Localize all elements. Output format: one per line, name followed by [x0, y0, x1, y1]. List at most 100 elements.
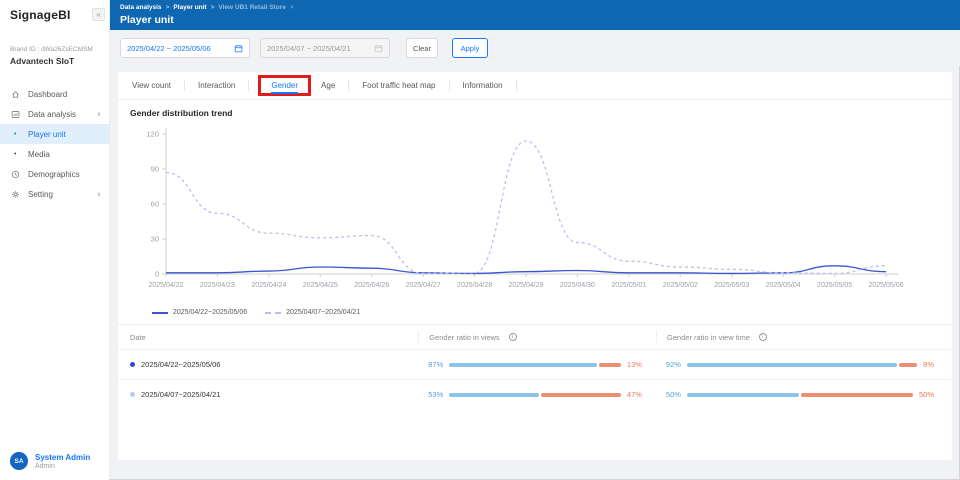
- female-percent: 13%: [627, 360, 642, 369]
- legend-label: 2025/04/22~2025/05/06: [173, 309, 247, 316]
- svg-text:2025/05/01: 2025/05/01: [611, 282, 646, 289]
- sidebar-collapse-icon[interactable]: «: [92, 8, 105, 21]
- content-card: View count Interaction Gender Age Foot t…: [118, 72, 952, 460]
- ratio-bar: [687, 363, 917, 367]
- series-dot-icon: [130, 362, 135, 367]
- gender-ratio-table: Date Gender ratio in views i Gender rati…: [118, 324, 952, 409]
- svg-text:2025/04/25: 2025/04/25: [303, 282, 338, 289]
- filter-bar: 2025/04/22 ~ 2025/05/06 2025/04/07 ~ 202…: [110, 30, 960, 66]
- svg-text:90: 90: [151, 165, 159, 174]
- breadcrumb: Data analysis > Player unit > View UB1 R…: [120, 4, 950, 11]
- column-header-views: Gender ratio in views i: [418, 331, 656, 343]
- tab-gender[interactable]: Gender: [267, 81, 302, 90]
- sidebar-item-label: Data analysis: [28, 110, 76, 119]
- date-range-value: 2025/04/07 ~ 2025/04/21: [267, 44, 351, 53]
- user-name: System Admin: [35, 453, 90, 463]
- trend-chart-svg: 0 30 60 90 120 2025/04/22 2025/04/23 2025/04/24…: [130, 124, 940, 302]
- female-percent: 47%: [627, 390, 642, 399]
- svg-text:60: 60: [151, 200, 159, 209]
- sidebar-item-media[interactable]: • Media: [0, 144, 109, 164]
- sidebar-item-label: Demographics: [28, 170, 80, 179]
- table-row: 2025/04/07~2025/04/21 53% 47% 50% 50%: [118, 379, 952, 409]
- brand-id-label: Brand ID : dWa26ZsECMSM: [10, 46, 99, 53]
- svg-text:2025/05/05: 2025/05/05: [817, 282, 852, 289]
- sidebar: SignageBI « Brand ID : dWa26ZsECMSM Adva…: [0, 0, 110, 480]
- female-percent: 8%: [923, 360, 934, 369]
- svg-text:2025/04/30: 2025/04/30: [560, 282, 595, 289]
- tab-information[interactable]: Information: [459, 81, 507, 90]
- legend-item-current[interactable]: 2025/04/22~2025/05/06: [152, 309, 247, 316]
- column-header-label: Gender ratio in view time: [667, 333, 750, 342]
- column-header-view-time: Gender ratio in view time i: [656, 331, 952, 343]
- breadcrumb-separator: >: [211, 4, 215, 11]
- svg-text:120: 120: [146, 130, 159, 139]
- clear-button[interactable]: Clear: [406, 38, 438, 58]
- date-range-value: 2025/04/22 ~ 2025/05/06: [127, 44, 211, 53]
- chevron-up-icon[interactable]: ∧: [97, 111, 101, 118]
- svg-text:2025/05/03: 2025/05/03: [714, 282, 749, 289]
- series-dot-icon: [130, 392, 135, 397]
- tab-divider: [449, 80, 450, 91]
- gear-icon: [10, 189, 21, 200]
- ratio-bar: [449, 393, 621, 397]
- tab-foot-traffic[interactable]: Foot traffic heat map: [358, 81, 439, 90]
- trend-chart: 0 30 60 90 120 2025/04/22 2025/04/23 2025/04/24…: [130, 124, 940, 307]
- chevron-down-icon[interactable]: ∨: [97, 191, 101, 198]
- female-percent: 50%: [919, 390, 934, 399]
- legend-line-solid-icon: [152, 312, 168, 314]
- tab-divider: [248, 80, 249, 91]
- brand-name: Advantech SIoT: [10, 56, 99, 66]
- svg-text:0: 0: [155, 270, 159, 279]
- svg-text:2025/04/27: 2025/04/27: [406, 282, 441, 289]
- male-percent: 50%: [666, 390, 681, 399]
- breadcrumb-view-store[interactable]: View UB1 Retail Store: [218, 4, 285, 11]
- page-title: Player unit: [120, 14, 950, 26]
- male-percent: 92%: [666, 360, 681, 369]
- breadcrumb-separator: >: [290, 4, 294, 11]
- sidebar-item-demographics[interactable]: Demographics: [0, 164, 109, 184]
- tab-interaction[interactable]: Interaction: [194, 81, 239, 90]
- breadcrumb-player-unit[interactable]: Player unit: [173, 4, 206, 11]
- clock-icon: [10, 169, 21, 180]
- svg-text:2025/04/23: 2025/04/23: [200, 282, 235, 289]
- row-date: 2025/04/07~2025/04/21: [141, 390, 220, 399]
- tab-age[interactable]: Age: [317, 81, 339, 90]
- date-range-input-primary[interactable]: 2025/04/22 ~ 2025/05/06: [120, 38, 250, 58]
- male-percent: 53%: [428, 390, 443, 399]
- app-window: SignageBI « Brand ID : dWa26ZsECMSM Adva…: [0, 0, 960, 480]
- ratio-bar: [687, 393, 913, 397]
- tab-label: Gender: [271, 81, 298, 90]
- sidebar-item-player-unit[interactable]: • Player unit: [0, 124, 109, 144]
- legend-label: 2025/04/07~2025/04/21: [286, 309, 360, 316]
- user-profile[interactable]: SA System Admin Admin: [0, 452, 110, 470]
- page-header: Data analysis > Player unit > View UB1 R…: [110, 0, 960, 30]
- column-header-date: Date: [118, 333, 418, 342]
- bullet-icon: •: [14, 131, 24, 138]
- breadcrumb-data-analysis[interactable]: Data analysis: [120, 4, 162, 11]
- breadcrumb-separator: >: [166, 4, 170, 11]
- svg-text:2025/05/02: 2025/05/02: [663, 282, 698, 289]
- tab-view-count[interactable]: View count: [128, 81, 175, 90]
- home-icon: [10, 89, 21, 100]
- svg-text:2025/05/06: 2025/05/06: [868, 282, 903, 289]
- date-range-input-compare[interactable]: 2025/04/07 ~ 2025/04/21: [260, 38, 390, 58]
- sidebar-item-setting[interactable]: Setting ∨: [0, 184, 109, 204]
- sidebar-item-data-analysis[interactable]: Data analysis ∧: [0, 104, 109, 124]
- svg-text:2025/04/26: 2025/04/26: [354, 282, 389, 289]
- apply-button[interactable]: Apply: [452, 38, 488, 58]
- info-icon[interactable]: i: [759, 333, 767, 341]
- svg-text:30: 30: [151, 235, 159, 244]
- chart-section: Gender distribution trend 0 30 60 90 120 2025…: [118, 100, 952, 316]
- svg-text:2025/04/22: 2025/04/22: [148, 282, 183, 289]
- chart-icon: [10, 109, 21, 120]
- chart-title: Gender distribution trend: [130, 108, 940, 118]
- legend-item-previous[interactable]: 2025/04/07~2025/04/21: [265, 309, 360, 316]
- sidebar-item-label: Dashboard: [28, 90, 67, 99]
- bullet-icon: •: [14, 151, 24, 158]
- info-icon[interactable]: i: [509, 333, 517, 341]
- svg-text:2025/04/24: 2025/04/24: [251, 282, 286, 289]
- main-area: Data analysis > Player unit > View UB1 R…: [110, 0, 960, 480]
- sidebar-item-dashboard[interactable]: Dashboard: [0, 84, 109, 104]
- row-date: 2025/04/22~2025/05/06: [141, 360, 220, 369]
- tab-divider: [348, 80, 349, 91]
